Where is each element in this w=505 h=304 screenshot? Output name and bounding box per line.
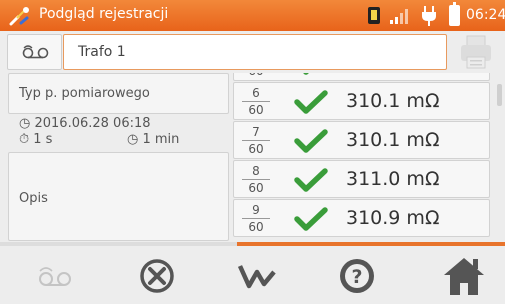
- recording-timing: ⏱ 1 s ◷ 1 min: [19, 132, 219, 147]
- check-icon: [294, 129, 328, 153]
- result-row[interactable]: 6 60 310.1 mΩ: [233, 82, 490, 120]
- record-number: 7: [252, 125, 260, 139]
- check-icon: [294, 168, 328, 192]
- result-row[interactable]: 560310.1 mΩ: [233, 73, 490, 81]
- stopwatch-icon: ⏱: [19, 132, 30, 147]
- timer-icon: ◷: [127, 132, 139, 147]
- record-total: 60: [242, 140, 270, 157]
- result-row[interactable]: 9 60 310.9 mΩ: [233, 199, 490, 237]
- result-row[interactable]: 7 60 310.1 mΩ: [233, 121, 490, 159]
- scrollbar[interactable]: [497, 84, 502, 106]
- object-tape-icon[interactable]: [30, 254, 80, 298]
- record-total: 60: [242, 101, 270, 118]
- result-row[interactable]: 8 60 311.0 mΩ: [233, 160, 490, 198]
- battery-icon: [449, 2, 460, 26]
- description-label: Opis: [19, 191, 48, 206]
- check-icon: [294, 90, 328, 114]
- record-value: 310.9 mΩ: [346, 207, 440, 229]
- waveform-icon[interactable]: [232, 254, 282, 298]
- recording-datetime: ◷ 2016.06.28 06:18: [19, 116, 151, 131]
- record-value: 310.1 mΩ: [346, 90, 440, 112]
- record-index: 7 60: [234, 122, 278, 158]
- duration-value: 1 min: [142, 132, 180, 147]
- check-icon: [294, 207, 328, 231]
- screen: Podgląd rejestracji 06:24 Trafo 1 Typ p.…: [0, 0, 505, 304]
- signal-icon: [390, 9, 408, 24]
- record-total: 60: [242, 179, 270, 196]
- measurement-type-label: Typ p. pomiarowego: [19, 86, 150, 101]
- record-total: 60: [242, 73, 270, 79]
- object-name-field[interactable]: Trafo 1: [63, 34, 447, 70]
- record-index: 9 60: [234, 200, 278, 236]
- record-number: 6: [252, 86, 260, 100]
- record-total: 60: [242, 218, 270, 235]
- sim-card-icon: [368, 7, 380, 24]
- window-title: Podgląd rejestracji: [39, 6, 169, 22]
- wrench-probe-icon: [9, 7, 29, 26]
- results-list[interactable]: 560310.1 mΩ660310.1 mΩ760310.1 mΩ860311.…: [233, 73, 496, 241]
- record-index: 8 60: [234, 161, 278, 197]
- record-index: 6 60: [234, 83, 278, 119]
- status-bar: Podgląd rejestracji 06:24: [0, 0, 505, 31]
- object-name: Trafo 1: [78, 44, 126, 60]
- close-icon[interactable]: [132, 254, 182, 298]
- measurement-type-field[interactable]: Typ p. pomiarowego: [8, 73, 229, 114]
- record-value: 311.0 mΩ: [346, 168, 440, 190]
- object-select-button[interactable]: [7, 34, 62, 70]
- clock: 06:24: [466, 7, 505, 23]
- interval-value: 1 s: [33, 132, 53, 147]
- help-icon[interactable]: ?: [332, 254, 382, 298]
- record-value: 310.1 mΩ: [346, 129, 440, 151]
- clock-icon: ◷: [19, 116, 31, 131]
- plug-icon: [422, 6, 436, 26]
- record-number: 8: [252, 164, 260, 178]
- recording-meta: ◷ 2016.06.28 06:18 ⏱ 1 s ◷ 1 min: [8, 114, 229, 152]
- description-field[interactable]: Opis: [8, 152, 229, 241]
- printer-icon[interactable]: [453, 33, 499, 71]
- tape-object-icon: [22, 45, 49, 59]
- record-number: 9: [252, 203, 260, 217]
- svg-text:?: ?: [351, 266, 362, 288]
- duration: ◷ 1 min: [127, 132, 179, 147]
- record-index: 560: [234, 73, 278, 80]
- recording-datetime-value: 2016.06.28 06:18: [34, 116, 151, 131]
- home-icon[interactable]: [439, 254, 489, 298]
- check-icon: [303, 73, 309, 75]
